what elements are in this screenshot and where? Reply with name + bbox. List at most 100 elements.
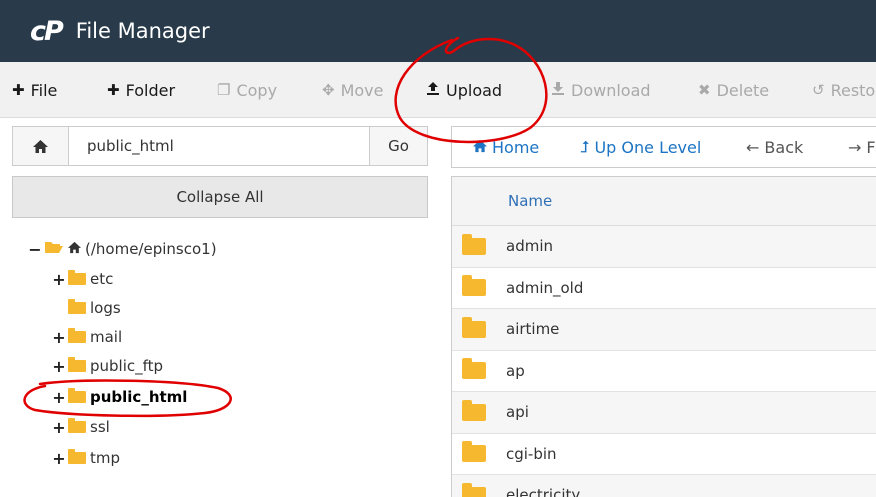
expand-toggle-icon[interactable]: +	[52, 418, 66, 437]
file-name: electricity	[506, 486, 581, 497]
download-icon	[551, 81, 565, 100]
cpanel-logo[interactable]: cP	[30, 16, 64, 47]
delete-button[interactable]: ✖ Delete	[698, 62, 769, 118]
expand-toggle-icon[interactable]: +	[52, 270, 66, 289]
folder-icon	[68, 357, 86, 372]
toolbar: ✚ File ✚ Folder ❐ Copy ✥ Move Upload Downloa…	[0, 62, 876, 118]
tree-item-tmp[interactable]: + tmp	[52, 444, 120, 472]
back-label: Back	[764, 137, 804, 157]
upload-label: Upload	[446, 80, 503, 100]
folder-icon	[462, 233, 486, 255]
tree-item-public-ftp[interactable]: + public_ftp	[52, 352, 163, 380]
file-list: Name admin admin_old airtime ap api cgi-…	[451, 176, 876, 497]
tree-item-public-html[interactable]: + public_html	[52, 383, 187, 411]
tree-item-logs[interactable]: logs	[52, 294, 121, 322]
table-row[interactable]: airtime	[452, 309, 876, 351]
folder-icon	[462, 316, 486, 338]
tree-item-label: public_html	[90, 388, 188, 406]
copy-icon: ❐	[217, 81, 231, 99]
table-row[interactable]: api	[452, 392, 876, 434]
app-title: File Manager	[75, 19, 210, 43]
file-name: ap	[506, 361, 525, 380]
file-name: airtime	[506, 320, 560, 339]
tree-item-label: public_ftp	[90, 357, 164, 375]
file-name: admin_old	[506, 278, 584, 297]
table-row[interactable]: admin_old	[452, 268, 876, 309]
folder-icon	[68, 270, 86, 285]
path-bar: Go	[12, 126, 428, 166]
tree-item-label: mail	[90, 328, 123, 346]
table-row[interactable]: admin	[452, 226, 876, 268]
expand-toggle-icon[interactable]: +	[52, 449, 66, 468]
folder-icon	[462, 275, 486, 297]
folder-icon	[68, 328, 86, 343]
forward-label: Forward	[866, 137, 876, 157]
download-label: Download	[571, 80, 651, 100]
tree-item-label: tmp	[90, 449, 121, 467]
new-folder-label: Folder	[125, 80, 176, 100]
expand-toggle-icon[interactable]: +	[52, 328, 66, 347]
expand-toggle-icon[interactable]: +	[52, 388, 66, 407]
folder-icon	[462, 482, 486, 497]
download-button[interactable]: Download	[551, 62, 651, 118]
app-header: cP File Manager	[0, 0, 876, 62]
restore-label: Restore	[830, 80, 876, 100]
copy-label: Copy	[236, 80, 278, 100]
folder-icon	[462, 399, 486, 421]
home-icon	[67, 240, 82, 258]
move-label: Move	[340, 80, 384, 100]
collapse-toggle-icon[interactable]: −	[28, 240, 42, 259]
move-button[interactable]: ✥ Move	[322, 62, 383, 118]
tree-item-label: ssl	[90, 418, 110, 436]
collapse-all-button[interactable]: Collapse All	[12, 176, 428, 218]
upload-icon	[426, 81, 440, 100]
upload-button[interactable]: Upload	[426, 62, 502, 118]
file-name: admin	[506, 237, 553, 256]
folder-icon	[462, 358, 486, 380]
expand-toggle-icon[interactable]: +	[52, 357, 66, 376]
folder-icon	[68, 449, 86, 464]
nav-home-button[interactable]: Home	[472, 127, 539, 167]
tree-item-ssl[interactable]: + ssl	[52, 413, 110, 441]
back-button[interactable]: ← Back	[746, 127, 803, 167]
level-up-icon: ⮥	[580, 137, 590, 156]
plus-icon: ✚	[12, 81, 25, 99]
path-input[interactable]	[69, 127, 369, 165]
home-icon	[472, 138, 488, 157]
file-name: api	[506, 403, 529, 422]
table-row[interactable]: electricity	[452, 475, 876, 497]
file-name: cgi-bin	[506, 444, 557, 463]
delete-label: Delete	[716, 80, 770, 100]
arrow-left-icon: ←	[746, 137, 760, 157]
table-row[interactable]: ap	[452, 351, 876, 392]
tree-item-label: etc	[90, 270, 114, 288]
nav-home-label: Home	[492, 137, 540, 157]
plus-icon: ✚	[107, 81, 120, 99]
new-file-button[interactable]: ✚ File	[12, 62, 57, 118]
restore-button[interactable]: ↺ Restore	[812, 62, 876, 118]
new-folder-button[interactable]: ✚ Folder	[107, 62, 175, 118]
tree-root[interactable]: − (/home/epinsco1)	[28, 235, 217, 263]
folder-icon	[68, 388, 86, 403]
folder-icon	[68, 418, 86, 433]
file-rows: admin admin_old airtime ap api cgi-bin e…	[452, 226, 876, 497]
tree-root-label: (/home/epinsco1)	[85, 240, 217, 258]
move-icon: ✥	[322, 81, 335, 99]
folder-icon	[462, 441, 486, 463]
restore-icon: ↺	[812, 81, 825, 99]
forward-button[interactable]: → Forward	[848, 127, 876, 167]
table-row[interactable]: cgi-bin	[452, 434, 876, 475]
up-one-level-button[interactable]: ⮥ Up One Level	[580, 127, 701, 167]
open-folder-icon	[44, 240, 64, 258]
new-file-label: File	[30, 80, 58, 100]
copy-button[interactable]: ❐ Copy	[217, 62, 277, 118]
go-button[interactable]: Go	[369, 127, 427, 165]
tree-item-etc[interactable]: + etc	[52, 265, 113, 293]
folder-icon	[68, 299, 86, 314]
home-icon[interactable]	[13, 127, 69, 165]
tree-item-mail[interactable]: + mail	[52, 323, 122, 351]
arrow-right-icon: →	[848, 137, 862, 157]
delete-icon: ✖	[698, 81, 711, 99]
tree-item-label: logs	[90, 299, 121, 317]
name-column-header[interactable]: Name	[452, 176, 876, 226]
